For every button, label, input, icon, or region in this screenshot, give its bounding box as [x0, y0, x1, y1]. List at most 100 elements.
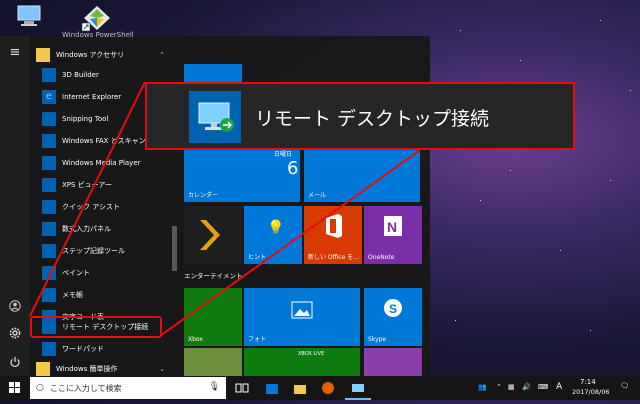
xbox-live-label: XBOX LIVE	[298, 351, 325, 357]
task-view-icon[interactable]	[234, 380, 250, 396]
ime-indicator[interactable]: A	[556, 382, 562, 392]
chevron-up-icon[interactable]: ⌃	[496, 383, 502, 391]
volume-icon[interactable]: 🔊	[522, 383, 531, 391]
people-icon[interactable]: 👥	[478, 383, 487, 391]
clock-date[interactable]: 2017/08/06	[572, 388, 609, 396]
tile-calendar[interactable]: 日曜日 6 カレンダー	[184, 144, 300, 202]
tile-office[interactable]: 新しい Office を...	[304, 206, 362, 264]
notepad-icon	[42, 288, 56, 302]
app-label: 数式入力パネル	[62, 225, 111, 233]
lightbulb-icon: 💡	[267, 220, 285, 236]
search-placeholder: ここに入力して検索	[49, 383, 122, 393]
photos-icon	[291, 301, 313, 319]
highlight-remote-desktop	[30, 316, 162, 338]
callout-label: リモート デスクトップ接続	[255, 108, 490, 130]
search-icon: ○	[36, 383, 44, 393]
keyboard-icon[interactable]: ⌨	[538, 383, 548, 391]
app-steps-recorder[interactable]: ステップ記録ツール	[30, 240, 173, 262]
app-label: メモ帳	[62, 291, 83, 299]
app-list-scrollbar[interactable]	[172, 226, 177, 271]
plex-icon	[200, 220, 220, 250]
wordpad-icon	[42, 342, 56, 356]
app-windows-media-player[interactable]: Windows Media Player	[30, 152, 173, 174]
microphone-icon[interactable]: 🎙	[209, 382, 220, 392]
tile-onenote[interactable]: N OneNote	[364, 206, 422, 264]
tile-label: Skype	[368, 336, 387, 343]
action-center-icon[interactable]: 🗨	[620, 382, 629, 390]
svg-text:N: N	[387, 219, 397, 235]
remote-desktop-large-icon	[189, 91, 241, 143]
tile-label: フォト	[248, 336, 267, 343]
office-icon	[326, 214, 342, 238]
app-label: Windows Media Player	[62, 159, 141, 167]
app-label: ステップ記録ツール	[62, 247, 125, 255]
math-input-icon	[42, 222, 56, 236]
app-notepad[interactable]: メモ帳	[30, 284, 173, 306]
internet-explorer-icon: e	[42, 90, 56, 104]
tile-candy-crush[interactable]	[364, 348, 422, 376]
quick-assist-icon	[42, 200, 56, 214]
3d-builder-icon	[42, 68, 56, 82]
firefox-icon[interactable]	[320, 380, 336, 396]
file-explorer-icon[interactable]	[292, 380, 308, 396]
user-icon[interactable]	[0, 294, 30, 318]
app-label: Windows FAX とスキャン	[62, 137, 146, 145]
folder-icon	[36, 362, 50, 376]
remote-desktop-taskbar-icon[interactable]	[350, 380, 366, 396]
folder-label: Windows 簡単操作	[56, 365, 118, 373]
windows-logo-icon	[9, 382, 20, 393]
tile-xbox[interactable]: Xbox	[184, 288, 242, 346]
paint-icon	[42, 266, 56, 280]
onenote-icon: N	[384, 216, 402, 236]
callout-remote-desktop: リモート デスクトップ接続	[145, 82, 575, 150]
folder-windows-accessories[interactable]: Windows アクセサリ ⌃	[30, 44, 173, 66]
power-icon[interactable]	[0, 350, 30, 374]
app-label: 3D Builder	[62, 71, 99, 79]
clock-time[interactable]: 7:14	[580, 378, 596, 386]
snipping-tool-icon	[42, 112, 56, 126]
app-math-input-panel[interactable]: 数式入力パネル	[30, 218, 173, 240]
xps-viewer-icon	[42, 178, 56, 192]
taskbar: ○ ここに入力して検索 🎙 👥 ⌃ ▦ 🔊 ⌨ A 7:14 2017/08/0…	[0, 376, 640, 400]
tile-plex[interactable]	[184, 206, 242, 264]
app-label: Snipping Tool	[62, 115, 109, 123]
chevron-up-icon: ⌃	[159, 51, 165, 59]
chevron-down-icon: ⌄	[159, 365, 165, 373]
group-label-entertainment: エンターテイメント	[184, 272, 243, 280]
app-label: XPS ビューアー	[62, 181, 112, 189]
start-button[interactable]	[0, 376, 30, 400]
tile-label: 新しい Office を...	[308, 254, 360, 261]
tile-xbox-live[interactable]: XBOX LIVE	[244, 348, 360, 376]
tile-tips[interactable]: 💡 ヒント	[244, 206, 302, 264]
tile-label: Xbox	[188, 336, 203, 343]
app-label: Internet Explorer	[62, 93, 122, 101]
tile-label: カレンダー	[188, 192, 219, 199]
start-rail: ≡	[0, 36, 30, 376]
calendar-day-name: 日曜日	[274, 151, 293, 158]
folder-icon	[36, 48, 50, 62]
network-icon[interactable]: ▦	[508, 383, 515, 391]
app-wordpad[interactable]: ワードパッド	[30, 338, 173, 360]
app-label: ワードパッド	[62, 345, 104, 353]
list-item[interactable]: Windows PowerShell	[30, 24, 173, 46]
tile-photos[interactable]: フォト	[244, 288, 360, 346]
svg-text:S: S	[389, 302, 397, 316]
steps-recorder-icon	[42, 244, 56, 258]
store-icon[interactable]	[264, 380, 280, 396]
hamburger-menu-button[interactable]: ≡	[0, 40, 30, 64]
app-quick-assist[interactable]: クイック アシスト	[30, 196, 173, 218]
search-box[interactable]: ○ ここに入力して検索 🎙	[30, 377, 226, 399]
app-paint[interactable]: ペイント	[30, 262, 173, 284]
media-player-icon	[42, 156, 56, 170]
tile-label: OneNote	[368, 254, 395, 261]
tile-minecraft[interactable]	[184, 348, 242, 376]
calendar-day-number: 6	[287, 158, 299, 179]
tile-skype[interactable]: S Skype	[364, 288, 422, 346]
fax-icon	[42, 134, 56, 148]
skype-icon: S	[384, 299, 402, 317]
app-xps-viewer[interactable]: XPS ビューアー	[30, 174, 173, 196]
app-label: ペイント	[62, 269, 90, 277]
tile-label: ヒント	[248, 254, 267, 261]
settings-icon[interactable]	[0, 321, 30, 345]
tile-mail[interactable]: メール	[304, 144, 420, 202]
